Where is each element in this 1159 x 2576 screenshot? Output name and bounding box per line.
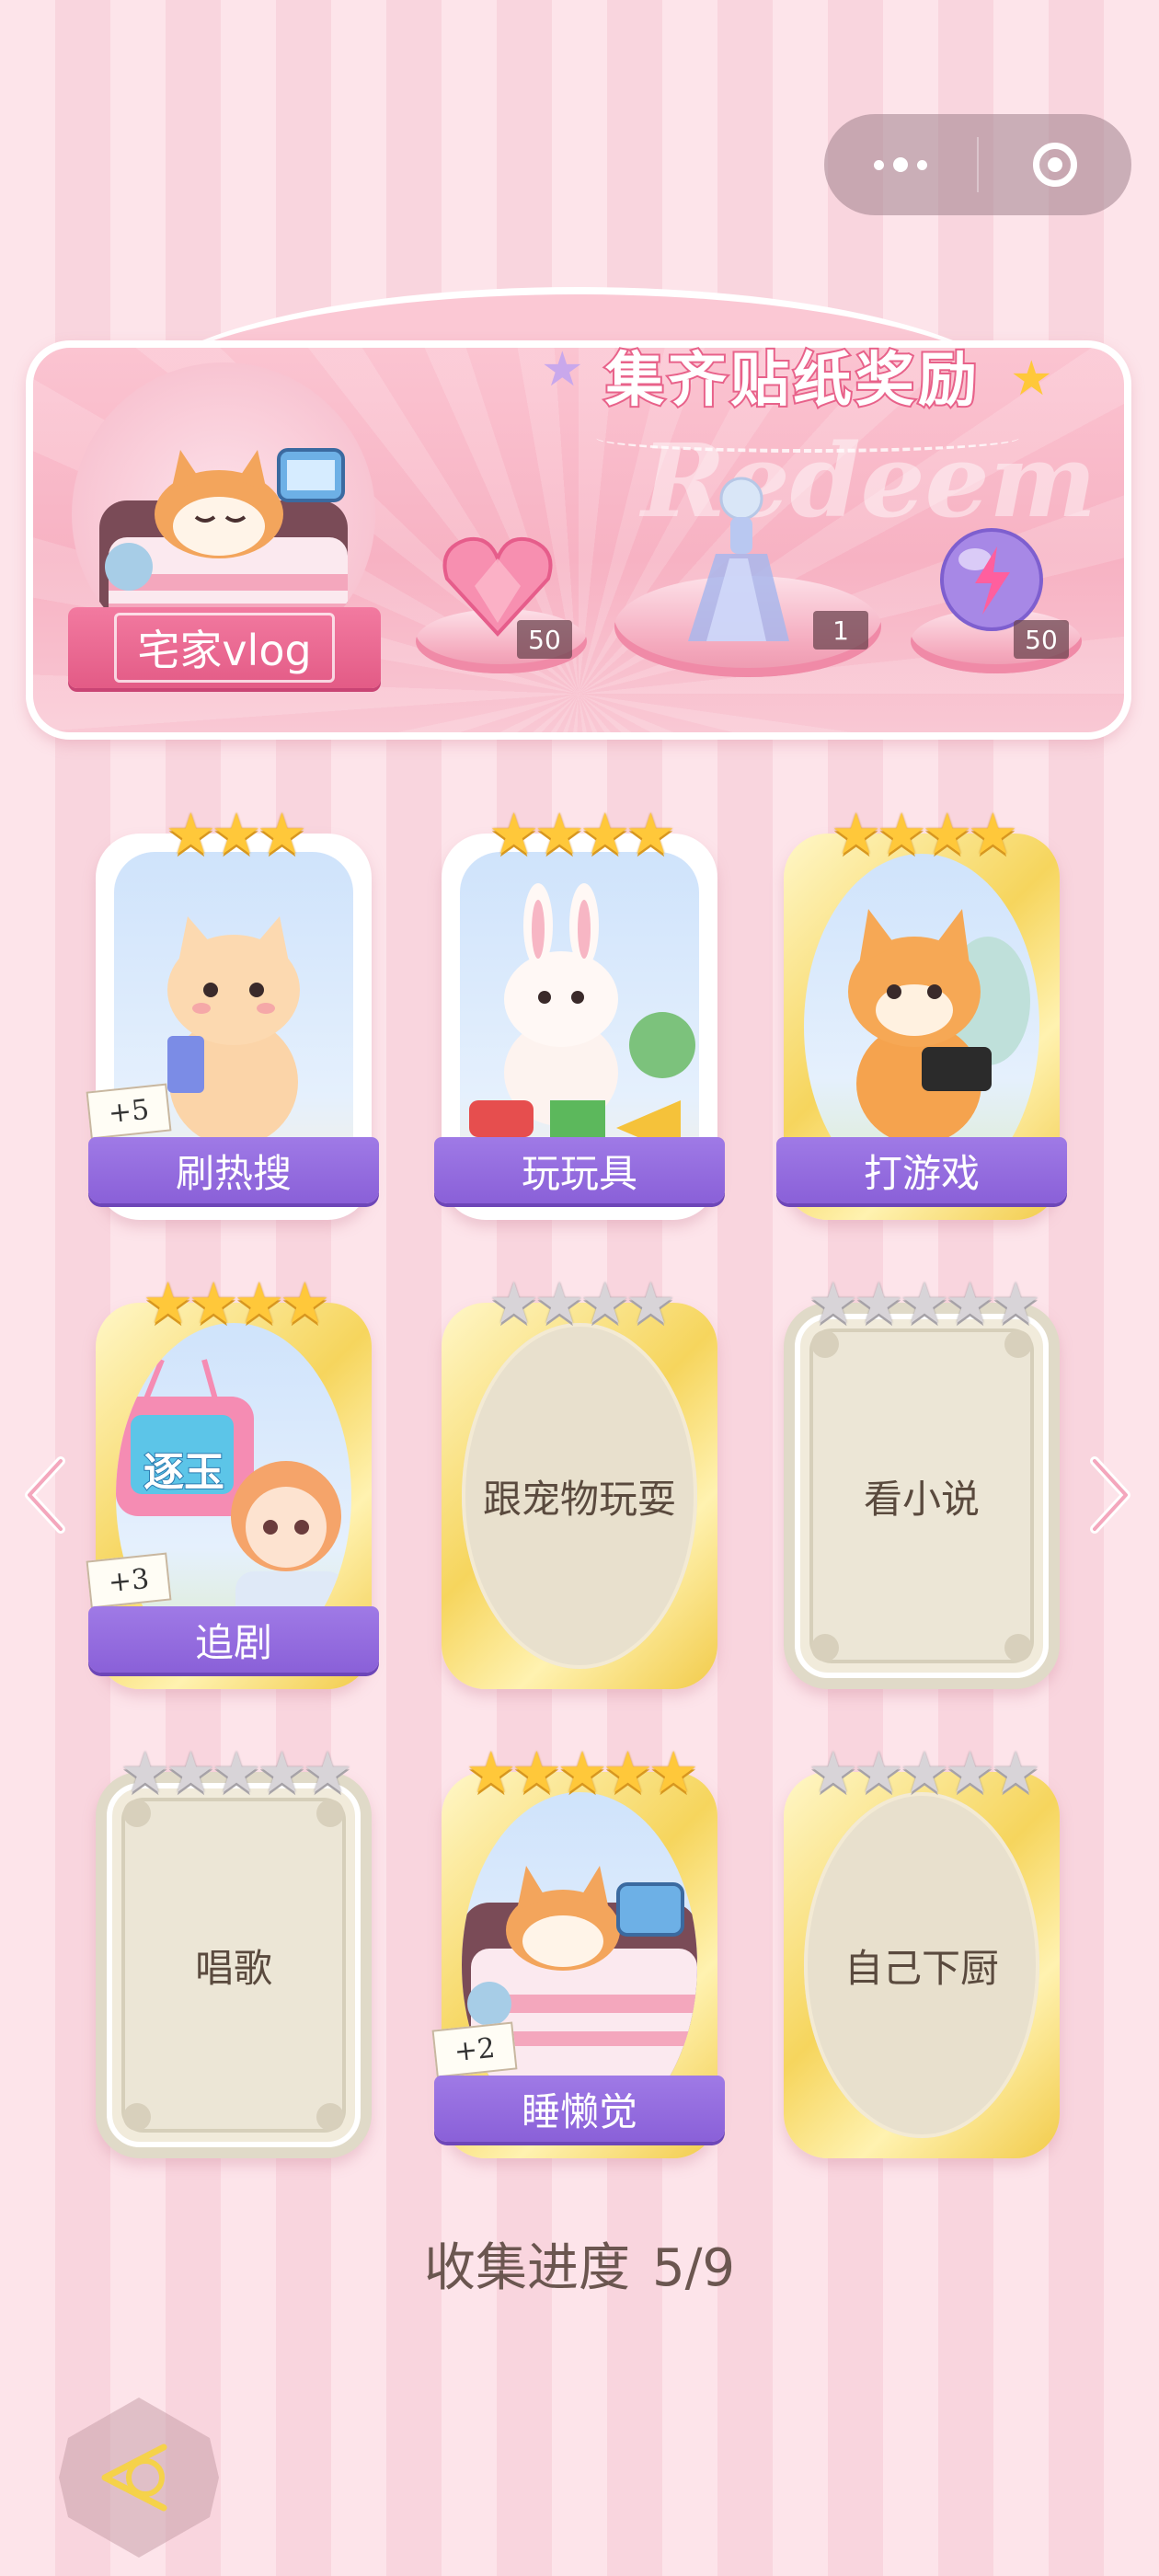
banner-title: 集齐贴纸奖励 <box>603 345 981 417</box>
sticker-card-ziji-xiachu[interactable]: 自己下厨 ★★★★★ <box>784 1741 1060 2158</box>
reward-count-3: 50 <box>1014 620 1069 659</box>
sticker-card-changge[interactable]: 唱歌 ★★★★★ <box>96 1741 372 2158</box>
bonus-tag: +3 <box>86 1552 172 1609</box>
current-item-label: 宅家vlog <box>114 613 335 683</box>
more-button[interactable] <box>824 114 977 215</box>
star-rating: ★★★★ <box>830 800 1018 868</box>
collection-progress: 收集进度 5/9 <box>0 2226 1159 2301</box>
close-button[interactable] <box>979 114 1131 215</box>
more-dots-icon <box>874 157 927 172</box>
star-rating: ★★★★ <box>488 800 676 868</box>
star-rating: ★★★★★ <box>808 1270 1041 1337</box>
star-rating: ★★★★ <box>142 1270 330 1337</box>
card-label: 玩玩具 <box>434 1137 725 1203</box>
sticker-card-wanwanju[interactable]: ★★★★ 玩玩具 <box>434 802 725 1220</box>
frame-corner-ornament <box>1004 1634 1032 1662</box>
mini-program-capsule <box>824 114 1131 215</box>
sticker-card-zhuiju[interactable]: 逐玉 ★★★★ +3 追剧 <box>86 1271 379 1689</box>
star-rating: ★★★★★ <box>120 1739 353 1806</box>
frame-corner-ornament <box>123 2103 151 2131</box>
reward-count-2: 1 <box>813 611 868 650</box>
purple-lightning-orb-icon[interactable] <box>936 524 1047 635</box>
purple-star-icon: ★ <box>541 342 584 397</box>
back-button[interactable] <box>53 2392 224 2563</box>
frame-corner-ornament <box>316 2103 344 2131</box>
star-rating: ★★★★★ <box>808 1739 1041 1806</box>
target-ring-icon <box>1033 143 1077 187</box>
star-rating: ★★★ <box>165 800 308 868</box>
chevron-right-icon[interactable] <box>1085 1454 1135 1536</box>
reward-banner: Redeem 集齐贴纸奖励 ★ ★ 宅家vlog 50 1 50 <box>26 287 1131 740</box>
chevron-left-icon[interactable] <box>20 1454 70 1536</box>
frame-corner-ornament <box>811 1634 839 1662</box>
card-label: 追剧 <box>88 1606 379 1673</box>
tv-screen-text: 逐玉 <box>143 1448 225 1497</box>
gold-star-icon: ★ <box>1010 351 1053 407</box>
card-label: 打游戏 <box>776 1137 1067 1203</box>
sticker-card-shuilanjiao[interactable]: ★★★★★ +2 睡懒觉 <box>431 1741 725 2158</box>
card-label: 睡懒觉 <box>434 2076 725 2142</box>
star-rating: ★★★★★ <box>465 1739 699 1806</box>
reward-count-1: 50 <box>517 620 572 659</box>
card-locked-label: 自己下厨 <box>843 1945 999 1991</box>
card-locked-label: 跟宠物玩耍 <box>482 1476 676 1522</box>
card-placeholder: 自己下厨 <box>804 1792 1039 2138</box>
sticker-card-gen-chongwu-wanshua[interactable]: 跟宠物玩耍 ★★★★ <box>442 1271 717 1689</box>
progress-label: 收集进度 <box>423 2238 630 2298</box>
sticker-card-dayouxi[interactable]: ★★★★ 打游戏 <box>776 802 1067 1220</box>
star-rating: ★★★★ <box>488 1270 676 1337</box>
card-placeholder: 跟宠物玩耍 <box>462 1323 697 1669</box>
card-locked-label: 唱歌 <box>194 1945 272 1991</box>
card-placeholder: 唱歌 <box>121 1798 346 2133</box>
sticker-card-kanxiaoshuo[interactable]: 看小说 ★★★★★ <box>784 1271 1060 1689</box>
progress-value: 5/9 <box>651 2238 736 2298</box>
current-item-ribbon: 宅家vlog <box>68 607 381 688</box>
card-placeholder: 看小说 <box>809 1328 1034 1663</box>
card-locked-label: 看小说 <box>863 1476 980 1522</box>
card-label: 刷热搜 <box>88 1137 379 1203</box>
title-underline <box>596 423 1019 453</box>
fairy-outfit-icon[interactable] <box>679 471 798 646</box>
sticker-card-shuaresou[interactable]: ★★★ +5 刷热搜 <box>86 802 379 1220</box>
bonus-tag: +5 <box>86 1083 172 1140</box>
bonus-tag: +2 <box>431 2021 518 2078</box>
